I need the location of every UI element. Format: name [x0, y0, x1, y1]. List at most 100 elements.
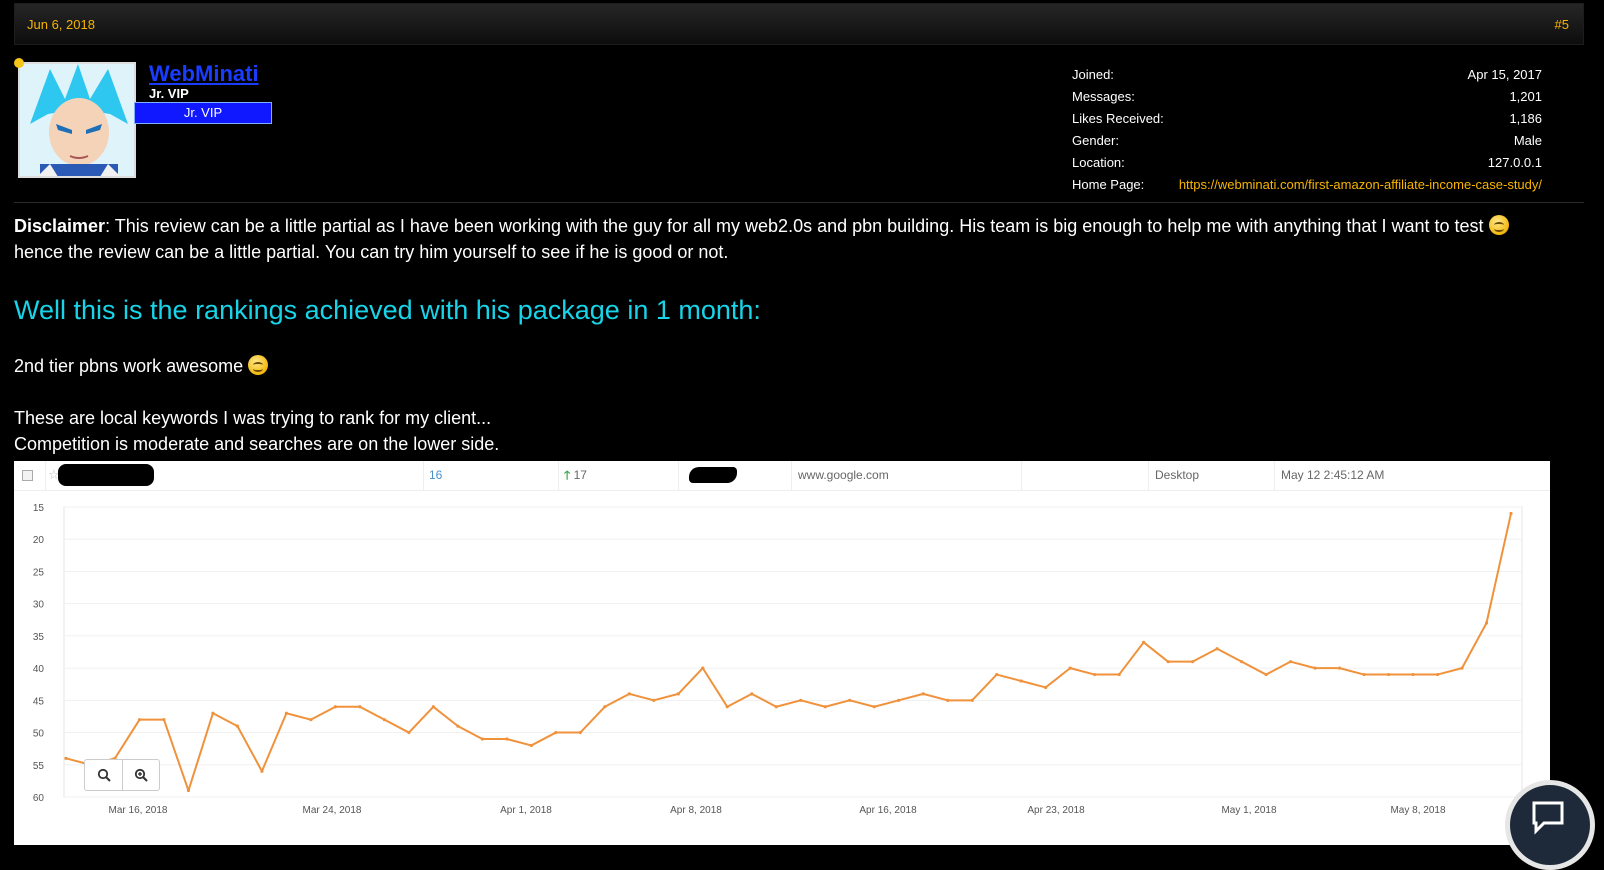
rank-data-point: [1068, 666, 1072, 670]
zoom-controls: [84, 759, 160, 791]
rank-data-point: [505, 737, 509, 741]
tracker-row: ☆ 16 🡑 17 www.google.com Desktop May 12 …: [14, 461, 1550, 491]
info-label: Home Page:: [1072, 177, 1145, 192]
user-block: WebMinati Jr. VIP Jr. VIP Joined: Apr 15…: [14, 50, 1584, 203]
rank-data-point: [1044, 685, 1048, 690]
post-permalink[interactable]: #5: [1555, 17, 1569, 32]
username-link[interactable]: WebMinati: [149, 61, 259, 87]
rank-data-point: [921, 692, 925, 696]
y-tick-label: 40: [33, 664, 45, 675]
rank-data-point: [652, 698, 656, 702]
info-row-gender: Gender: Male: [1072, 130, 1542, 152]
zoom-out-button[interactable]: [85, 760, 122, 790]
url-cell: [679, 461, 792, 491]
rank-data-point: [676, 692, 680, 696]
zoom-in-button[interactable]: [122, 760, 159, 790]
info-row-joined: Joined: Apr 15, 2017: [1072, 64, 1542, 86]
y-tick-label: 20: [33, 535, 45, 546]
info-value: 1,186: [1509, 111, 1542, 126]
x-tick-label: Apr 1, 2018: [500, 805, 552, 816]
disclaimer-text-2: hence the review can be a little partial…: [14, 242, 729, 262]
rank-data-point: [872, 705, 876, 709]
x-tick-label: Apr 16, 2018: [859, 805, 917, 816]
rank-change-cell: 🡑 17: [559, 461, 679, 491]
rank-data-point: [946, 698, 950, 702]
chat-widget-button[interactable]: [1505, 780, 1595, 870]
info-row-location: Location: 127.0.0.1: [1072, 152, 1542, 174]
info-value: Apr 15, 2017: [1467, 67, 1542, 82]
rank-series-line: [65, 513, 1512, 792]
info-label: Joined:: [1072, 67, 1114, 82]
rank-data-point: [970, 698, 974, 702]
current-rank-cell: 16: [424, 461, 559, 491]
chat-icon: [1532, 801, 1564, 835]
x-tick-label: Mar 16, 2018: [109, 805, 168, 816]
rank-data-point: [529, 743, 533, 748]
info-label: Messages:: [1072, 89, 1135, 104]
smiley-icon: [1488, 215, 1509, 235]
pbns-text: 2nd tier pbns work awesome: [14, 356, 244, 376]
post-header: Jun 6, 2018 #5: [14, 3, 1584, 45]
ranking-chart: 15 20 25 30 35 40 45 50 55 60 Mar 16, 2018 Mar 24, …: [33, 503, 1523, 816]
y-tick-label: 15: [33, 503, 45, 514]
row-checkbox-cell: [14, 461, 46, 491]
rank-data-point: [309, 718, 313, 722]
avatar[interactable]: [18, 62, 136, 178]
avatar-image: [20, 64, 134, 176]
location-cell: [1022, 461, 1149, 491]
rank-data-point: [995, 672, 999, 677]
rank-data-point: [897, 698, 901, 702]
y-tick-label: 35: [33, 632, 45, 643]
y-tick-label: 30: [33, 600, 45, 611]
rank-data-point: [1386, 672, 1391, 677]
rank-data-point: [1215, 647, 1219, 651]
local-keywords-line-1: These are local keywords I was trying to…: [14, 408, 492, 428]
x-tick-label: Apr 23, 2018: [1027, 805, 1085, 816]
rank-data-point: [1411, 672, 1415, 677]
local-keywords-line-2: Competition is moderate and searches are…: [14, 434, 500, 454]
keyword-cell: ☆: [46, 461, 424, 491]
rank-data-point: [578, 730, 582, 735]
rank-data-point: [1435, 672, 1440, 677]
y-tick-label: 25: [33, 567, 45, 578]
arrow-up-icon: 🡑: [564, 468, 571, 482]
rank-data-point: [186, 788, 191, 793]
rank-data-point: [407, 730, 411, 735]
x-tick-label: Apr 8, 2018: [670, 805, 722, 816]
post-date[interactable]: Jun 6, 2018: [27, 17, 95, 32]
info-label: Gender:: [1072, 133, 1119, 148]
rank-data-point: [1117, 672, 1121, 677]
x-tick-label: May 8, 2018: [1390, 805, 1445, 816]
online-status-indicator: [14, 58, 24, 68]
rank-data-point: [333, 705, 338, 709]
rank-data-point: [1166, 660, 1170, 664]
rank-data-point: [1509, 511, 1513, 516]
info-value[interactable]: 127.0.0.1: [1488, 152, 1542, 174]
rank-change-value: 17: [573, 468, 587, 482]
rank-data-point: [1093, 672, 1097, 677]
rank-data-point: [235, 724, 240, 728]
rank-data-point: [382, 718, 386, 722]
rank-data-point: [1362, 672, 1366, 677]
info-value: Male: [1513, 133, 1542, 148]
rank-data-point: [137, 718, 142, 722]
info-value[interactable]: 1,201: [1509, 86, 1542, 108]
message-body: Disclaimer: This review can be a little …: [14, 213, 1574, 457]
rank-data-point: [456, 724, 460, 728]
rank-data-point: [725, 705, 729, 709]
rank-data-point: [823, 705, 827, 709]
rank-data-point: [1337, 666, 1342, 670]
x-tick-label: Mar 24, 2018: [303, 805, 362, 816]
rank-data-point: [431, 705, 435, 709]
y-tick-label: 55: [33, 761, 45, 772]
engine-cell: www.google.com: [792, 461, 1022, 491]
zoom-in-icon: [134, 768, 148, 782]
rank-data-point: [554, 730, 558, 735]
homepage-link[interactable]: https://webminati.com/first-amazon-affil…: [1179, 174, 1542, 196]
rank-data-point: [1142, 640, 1146, 644]
x-tick-label: May 1, 2018: [1221, 805, 1276, 816]
row-checkbox[interactable]: [22, 470, 33, 481]
disclaimer-label: Disclaimer: [14, 216, 106, 236]
rank-data-point: [1264, 672, 1268, 677]
rank-data-point: [162, 718, 166, 722]
